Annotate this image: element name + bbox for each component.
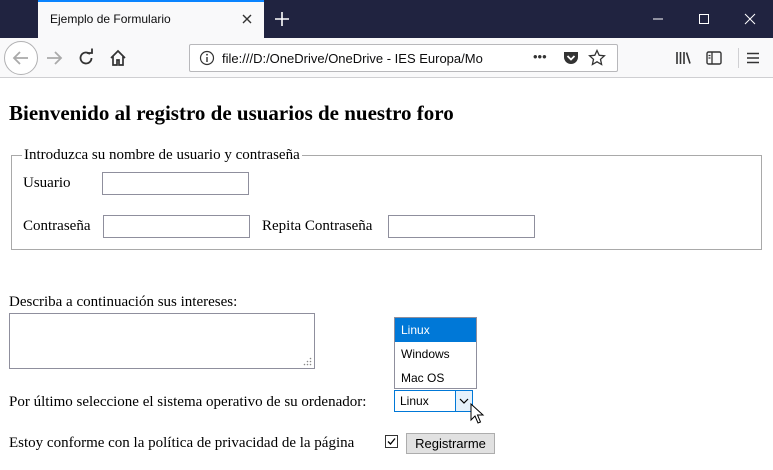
os-option-windows[interactable]: Windows bbox=[395, 342, 476, 366]
os-option-macos[interactable]: Mac OS bbox=[395, 366, 476, 390]
browser-tab[interactable]: Ejemplo de Formulario bbox=[38, 0, 264, 38]
os-dropdown-list: Linux Windows Mac OS bbox=[394, 317, 477, 389]
usuario-label: Usuario bbox=[23, 175, 71, 191]
usuario-input[interactable] bbox=[102, 172, 249, 195]
url-bar[interactable]: file:///D:/OneDrive/OneDrive - IES Europ… bbox=[189, 44, 618, 72]
url-text[interactable]: file:///D:/OneDrive/OneDrive - IES Europ… bbox=[222, 51, 522, 66]
checkmark-icon bbox=[387, 438, 396, 445]
page-content: Bienvenido al registro de usuarios de nu… bbox=[0, 79, 773, 470]
home-button[interactable] bbox=[103, 43, 133, 73]
interests-textarea[interactable] bbox=[9, 313, 315, 369]
library-icon bbox=[676, 52, 691, 64]
back-arrow-icon bbox=[12, 51, 28, 65]
interests-label: Describa a continuación sus intereses: bbox=[9, 294, 238, 310]
password-input[interactable] bbox=[103, 215, 250, 238]
forward-button[interactable] bbox=[39, 43, 69, 73]
home-icon bbox=[110, 49, 126, 66]
os-selected-value: Linux bbox=[400, 394, 429, 408]
browser-titlebar: Ejemplo de Formulario bbox=[0, 0, 773, 38]
info-icon[interactable] bbox=[199, 50, 215, 66]
browser-toolbar: file:///D:/OneDrive/OneDrive - IES Europ… bbox=[0, 38, 773, 78]
chevron-down-icon bbox=[459, 398, 469, 404]
os-select[interactable]: Linux bbox=[394, 390, 473, 412]
maximize-icon bbox=[699, 14, 709, 24]
reload-button[interactable] bbox=[71, 43, 101, 73]
menu-button[interactable] bbox=[738, 43, 768, 73]
repeat-password-label: Repita Contraseña bbox=[262, 218, 373, 234]
new-tab-icon[interactable] bbox=[272, 9, 292, 29]
pocket-icon[interactable] bbox=[562, 49, 580, 67]
sidebar-button[interactable] bbox=[699, 43, 729, 73]
back-button[interactable] bbox=[4, 41, 38, 75]
bookmark-star-icon[interactable] bbox=[588, 49, 606, 67]
os-option-linux[interactable]: Linux bbox=[395, 318, 476, 342]
os-label: Por último seleccione el sistema operati… bbox=[9, 394, 367, 410]
tab-title: Ejemplo de Formulario bbox=[50, 12, 171, 26]
privacy-label: Estoy conforme con la política de privac… bbox=[9, 435, 355, 451]
page-actions-icon[interactable]: ••• bbox=[533, 49, 547, 64]
page-title: Bienvenido al registro de usuarios de nu… bbox=[9, 101, 454, 125]
minimize-button[interactable] bbox=[635, 0, 681, 38]
minimize-icon bbox=[653, 18, 663, 20]
mouse-cursor-icon bbox=[470, 403, 485, 424]
close-window-button[interactable] bbox=[727, 0, 773, 38]
maximize-button[interactable] bbox=[681, 0, 727, 38]
sidebar-icon bbox=[706, 51, 722, 65]
library-button[interactable] bbox=[668, 43, 698, 73]
hamburger-menu-icon bbox=[747, 52, 759, 64]
resize-grip-icon[interactable] bbox=[303, 357, 312, 366]
fieldset-legend: Introduzca su nombre de usuario y contra… bbox=[22, 147, 302, 164]
password-label: Contraseña bbox=[23, 218, 91, 234]
repeat-password-input[interactable] bbox=[388, 215, 535, 238]
reload-icon bbox=[79, 48, 93, 65]
close-tab-icon[interactable] bbox=[239, 11, 255, 27]
submit-button[interactable]: Registrarme bbox=[406, 433, 495, 454]
close-icon bbox=[744, 13, 756, 25]
forward-arrow-icon bbox=[47, 51, 63, 65]
privacy-checkbox[interactable] bbox=[385, 435, 398, 448]
